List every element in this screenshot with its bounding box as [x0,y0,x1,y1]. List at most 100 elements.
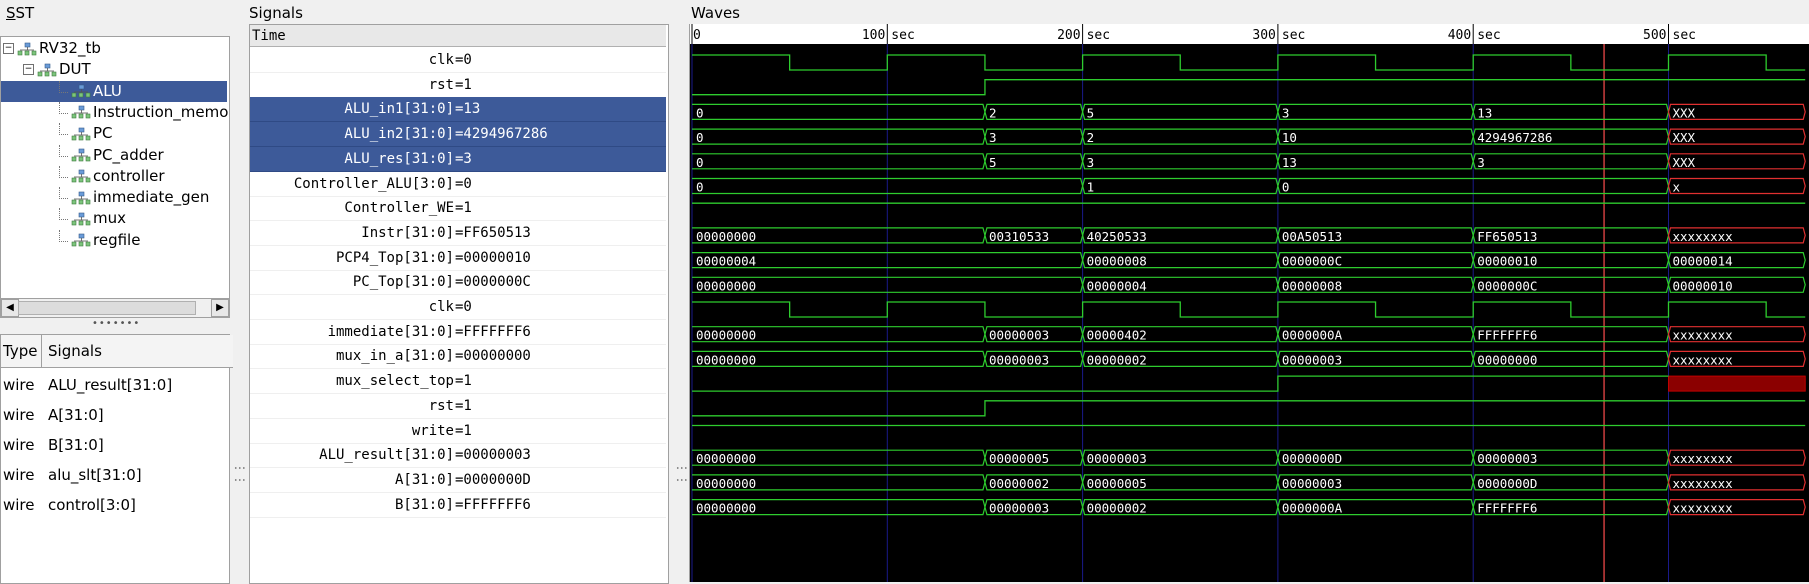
type-cell[interactable]: wire [3,490,35,520]
signal-cell[interactable]: alu_slt[31:0] [48,460,142,490]
bus-value-label: 00000004 [696,254,756,269]
tree-item-alu[interactable]: ALU [1,80,227,102]
signal-row[interactable]: mux_select_top =1 [250,369,666,395]
signal-cell[interactable]: control[3:0] [48,490,136,520]
time-ruler [690,24,1809,44]
mid-splitter-handle[interactable]: ⋮⋮ [675,462,689,486]
signal-row[interactable]: Controller_WE =1 [250,196,666,222]
waveform-canvas[interactable]: 0 100 sec 200 sec 300 sec 400 sec 500 sec0 2 5 3 13 XXX… [690,24,1809,582]
module-icon [37,63,57,77]
ruler-tick-label: 400 [1448,28,1471,43]
bus-value-label: FFFFFFF6 [1477,328,1537,343]
time-header: Time [250,25,666,47]
left-splitter-handle[interactable]: ⋮⋮ [233,462,247,486]
bus-value-label: 00000004 [1087,278,1147,293]
signal-row[interactable]: Instr[31:0] =FF650513 [250,221,666,246]
signal-row[interactable]: B[31:0] =FFFFFFF6 [250,493,666,518]
tree-item-immediate-gen[interactable]: immediate_gen [1,187,227,208]
bus-value-label: 00000003 [989,328,1049,343]
bus-segment [1277,153,1474,170]
signal-row[interactable]: ALU_in2[31:0] =4294967286 [250,122,666,148]
signal-row[interactable]: ALU_in1[31:0] =13 [250,97,666,123]
type-cell[interactable]: wire [3,400,35,430]
bus-value-label: 5 [1087,105,1095,120]
signal-value: =FFFFFFF6 [455,323,531,340]
tree-item-mux[interactable]: mux [1,208,227,229]
signal-name: Instr[31:0] [361,224,454,241]
signal-name: ALU_result[31:0] [319,447,454,464]
bus-value-label: XXX [1673,155,1696,170]
bus-value-label: 0 [696,105,704,120]
type-cell[interactable]: wire [3,430,35,460]
signals-column-header[interactable]: Signals [42,335,233,368]
tree-item-regfile[interactable]: regfile [1,229,227,251]
signal-row[interactable]: write =1 [250,419,666,444]
bus-value-label: 00000002 [1087,501,1147,516]
signal-row[interactable]: PC_Top[31:0] =0000000C [250,270,666,296]
unknown-value-region [1668,375,1806,392]
type-column-header[interactable]: Type [1,335,42,368]
tree-item-label: mux [93,209,126,228]
tree-item-pc[interactable]: PC [1,123,227,144]
tree-collapse-icon[interactable]: − [3,43,14,54]
signal-row[interactable]: rst =1 [250,73,666,98]
signal-name: Controller_ALU[3:0] [293,175,454,192]
signal-row[interactable]: clk =0 [250,295,666,320]
tree-item-pc-adder[interactable]: PC_adder [1,144,227,166]
tree-item-controller[interactable]: controller [1,165,227,187]
signal-name: rst [428,76,454,93]
signal-name: clk [428,299,454,315]
bus-value-label: 00310533 [989,229,1049,244]
signal-name: ALU_in2[31:0] [344,126,454,143]
tree-branch-line [59,229,68,242]
ruler-unit-label: sec [1087,28,1110,43]
scroll-thumb[interactable] [18,301,196,315]
signal-row[interactable]: ALU_result[31:0] =00000003 [250,443,666,469]
signal-row[interactable]: A[31:0] =0000000D [250,468,666,493]
tree-item-rv32-tb[interactable]: − RV32_tb [1,38,227,59]
bus-value-label: XXX [1673,105,1696,120]
signal-row[interactable]: immediate[31:0] =FFFFFFF6 [250,320,666,345]
bus-value-label: 0 [696,130,704,145]
bus-value-label: 00000003 [1282,352,1342,367]
bus-value-label: 0000000D [1477,476,1537,491]
type-cell[interactable]: wire [3,370,35,400]
scroll-left-button[interactable]: ◀ [1,299,19,317]
tree-horizontal-scrollbar[interactable]: ◀ ▶ [0,298,230,318]
ruler-tick-label: 100 [862,28,885,43]
tree-item-label: RV32_tb [39,39,101,57]
signal-name: rst [428,397,454,414]
signal-cell[interactable]: A[31:0] [48,400,104,430]
bit-waveform [692,79,1806,96]
signal-row[interactable]: Controller_ALU[3:0] =0 [250,172,666,197]
bus-value-label: 0000000A [1282,328,1343,343]
type-cell[interactable]: wire [3,460,35,490]
bus-value-label: xxxxxxxx [1673,352,1734,367]
bus-segment [692,103,986,120]
signal-row[interactable]: mux_in_a[31:0] =00000000 [250,344,666,370]
signal-row[interactable]: PCP4_Top[31:0] =00000010 [250,246,666,271]
signal-cell[interactable]: B[31:0] [48,430,104,460]
scroll-right-button[interactable]: ▶ [211,299,229,317]
signal-name: A[31:0] [394,471,454,488]
tree-item-instruction-memor[interactable]: Instruction_memor [1,101,229,123]
tree-collapse-icon[interactable]: − [23,64,34,76]
bus-segment [1472,103,1670,120]
signal-row[interactable]: clk =0 [250,48,666,73]
bus-value-label: 0000000A [1282,501,1343,516]
signal-row[interactable]: ALU_res[31:0] =3 [250,146,666,172]
signal-row[interactable]: rst =1 [250,394,666,419]
ruler-tick-label: 300 [1252,28,1275,43]
waves-view[interactable]: 0 100 sec 200 sec 300 sec 400 sec 500 sec 0 2 5 3 13 XXX… [689,24,1809,582]
sst-tree[interactable]: − RV32_tb − DUT ALU Instruction_memor PC PC_add… [0,36,230,304]
signal-cell[interactable]: ALU_result[31:0] [48,370,172,400]
tree-item-dut[interactable]: − DUT [1,59,227,80]
signals-list[interactable]: Time clk =0 rst =1 ALU_in1[31:0] =13 ALU_in2[3… [249,24,669,584]
signal-value: =0 [455,299,472,315]
bus-value-label: 00000402 [1087,328,1147,343]
sst-splitter-handle[interactable]: ••••••• [92,318,140,329]
bus-segment [692,153,986,170]
bus-value-label: x [1673,180,1681,195]
bus-value-label: 13 [1282,155,1297,170]
bus-value-label: 00000000 [696,352,756,367]
